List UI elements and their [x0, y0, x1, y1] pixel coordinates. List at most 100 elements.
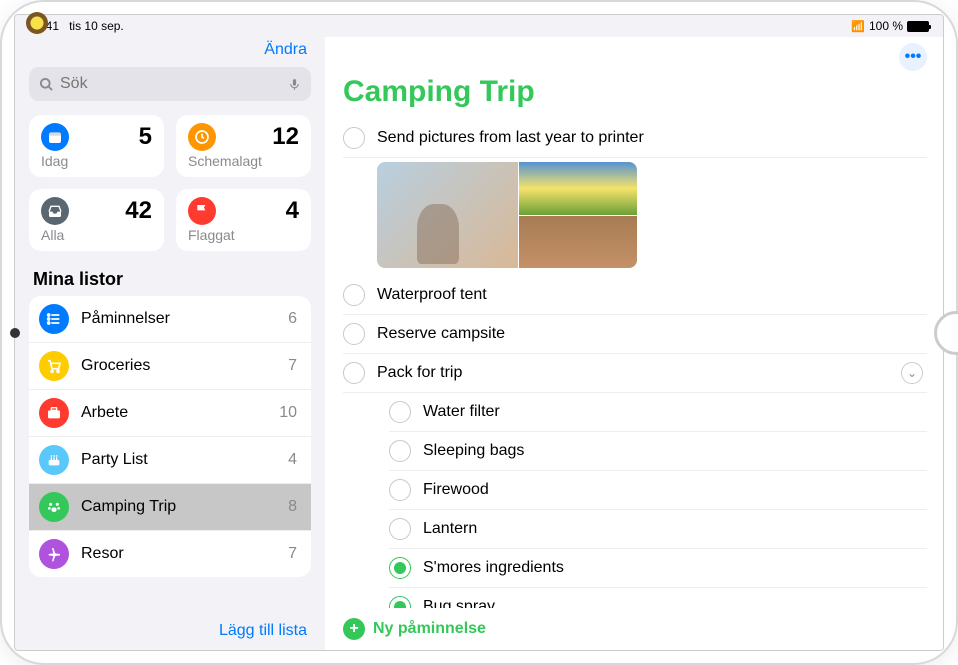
- inbox-icon: [41, 197, 69, 225]
- smart-list-count: 4: [286, 197, 299, 225]
- smart-list-count: 12: [272, 123, 299, 151]
- reminder-checkbox[interactable]: [389, 479, 411, 501]
- cart-icon: [39, 351, 69, 381]
- ellipsis-icon: •••: [905, 48, 922, 66]
- paw-icon: [39, 492, 69, 522]
- reminder-checkbox[interactable]: [343, 284, 365, 306]
- smart-list-flagged[interactable]: 4 Flaggat: [176, 189, 311, 251]
- reminder-label: Lantern: [423, 520, 477, 538]
- reminder-checkbox[interactable]: [343, 362, 365, 384]
- image-attachment[interactable]: [377, 162, 637, 268]
- reminder-row[interactable]: Waterproof tent: [343, 276, 927, 315]
- list-label: Camping Trip: [81, 498, 276, 516]
- my-lists-header: Mina listor: [33, 269, 307, 290]
- reminder-label: Bug spray: [423, 598, 495, 608]
- search-input[interactable]: [60, 75, 288, 93]
- mic-icon[interactable]: [288, 76, 301, 93]
- list-item[interactable]: Party List 4: [29, 437, 311, 484]
- reminder-checkbox[interactable]: [389, 518, 411, 540]
- clock-icon: [188, 123, 216, 151]
- reminder-label: Sleeping bags: [423, 442, 524, 460]
- wifi-icon: [851, 19, 865, 33]
- reminder-checkbox[interactable]: [343, 323, 365, 345]
- reminder-row[interactable]: Send pictures from last year to printer: [343, 119, 927, 158]
- plus-icon: +: [343, 618, 365, 640]
- smart-list-label: Schemalagt: [188, 153, 299, 169]
- briefcase-icon: [39, 398, 69, 428]
- reminder-row[interactable]: Sleeping bags: [389, 432, 927, 471]
- reminder-row[interactable]: S'mores ingredients: [389, 549, 927, 588]
- search-box[interactable]: [29, 67, 311, 101]
- new-reminder-button[interactable]: + Ny påminnelse: [343, 608, 927, 640]
- list-label: Party List: [81, 451, 276, 469]
- list-item[interactable]: Groceries 7: [29, 343, 311, 390]
- list-item[interactable]: Arbete10: [29, 390, 311, 437]
- main-toolbar: •••: [343, 43, 927, 71]
- list-count: 7: [288, 357, 297, 375]
- smart-list-scheduled[interactable]: 12 Schemalagt: [176, 115, 311, 177]
- more-button[interactable]: •••: [899, 43, 927, 71]
- ipad-frame: 09:41 tis 10 sep. 100 % Ändra: [0, 0, 958, 665]
- edit-button[interactable]: Ändra: [264, 41, 307, 59]
- attached-photo: [377, 162, 518, 268]
- list-item[interactable]: Påminnelser 6: [29, 296, 311, 343]
- status-right: 100 %: [851, 19, 929, 33]
- new-reminder-label: Ny påminnelse: [373, 620, 486, 638]
- list-count: 8: [288, 498, 297, 516]
- reminder-row[interactable]: Pack for trip ⌄: [343, 354, 927, 393]
- my-lists: Påminnelser6Groceries7Arbete10Party List…: [29, 296, 311, 577]
- reminder-checkbox[interactable]: [389, 596, 411, 608]
- reminder-checkbox[interactable]: [343, 127, 365, 149]
- reminder-checkbox[interactable]: [389, 440, 411, 462]
- reminder-label: Waterproof tent: [377, 286, 487, 304]
- smart-list-label: Alla: [41, 227, 152, 243]
- list-count: 7: [288, 545, 297, 563]
- reminders-list: Send pictures from last year to printer W…: [343, 119, 927, 608]
- camera-dot: [10, 328, 20, 338]
- reminder-row[interactable]: Lantern: [389, 510, 927, 549]
- search-icon: [39, 77, 54, 92]
- smart-list-count: 5: [139, 123, 152, 151]
- reminder-row[interactable]: Reserve campsite: [343, 315, 927, 354]
- flag-icon: [188, 197, 216, 225]
- reminder-row[interactable]: Bug spray: [389, 588, 927, 608]
- attached-photo: [519, 216, 637, 269]
- list-icon: [39, 304, 69, 334]
- reminder-row[interactable]: Firewood: [389, 471, 927, 510]
- reminder-checkbox[interactable]: [389, 557, 411, 579]
- reminder-label: Firewood: [423, 481, 489, 499]
- cake-icon: [39, 445, 69, 475]
- add-list-button[interactable]: Lägg till lista: [219, 622, 307, 639]
- sidebar: Ändra 5 Idag 12 Schemalagt 42 Alla 4 Flaggat Mi…: [15, 37, 325, 650]
- list-title: Camping Trip: [343, 75, 927, 109]
- reminder-label: Water filter: [423, 403, 500, 421]
- smart-list-today[interactable]: 5 Idag: [29, 115, 164, 177]
- reminder-label: Pack for trip: [377, 364, 462, 382]
- list-label: Groceries: [81, 357, 276, 375]
- smart-list-label: Flaggat: [188, 227, 299, 243]
- smart-list-count: 42: [125, 197, 152, 225]
- attached-photo: [519, 162, 637, 215]
- status-date: tis 10 sep.: [69, 19, 124, 33]
- reminder-label: Send pictures from last year to printer: [377, 129, 644, 147]
- calendar-icon: [41, 123, 69, 151]
- status-bar: 09:41 tis 10 sep. 100 %: [15, 15, 943, 37]
- battery-icon: [907, 21, 929, 32]
- list-count: 10: [279, 404, 297, 422]
- list-item[interactable]: Camping Trip 8: [29, 484, 311, 531]
- list-count: 4: [288, 451, 297, 469]
- smart-list-all[interactable]: 42 Alla: [29, 189, 164, 251]
- chevron-down-icon[interactable]: ⌄: [901, 362, 923, 384]
- reminder-checkbox[interactable]: [389, 401, 411, 423]
- list-item[interactable]: Resor 7: [29, 531, 311, 577]
- smart-list-label: Idag: [41, 153, 152, 169]
- list-label: Påminnelser: [81, 310, 276, 328]
- smart-lists-grid: 5 Idag 12 Schemalagt 42 Alla 4 Flaggat: [29, 115, 311, 251]
- plane-icon: [39, 539, 69, 569]
- list-label: Resor: [81, 545, 276, 563]
- list-count: 6: [288, 310, 297, 328]
- main-panel: ••• Camping Trip Send pictures from last…: [325, 37, 943, 650]
- sidebar-bottom: Lägg till lista: [29, 616, 311, 640]
- reminder-row[interactable]: Water filter: [389, 393, 927, 432]
- screen: 09:41 tis 10 sep. 100 % Ändra: [14, 14, 944, 651]
